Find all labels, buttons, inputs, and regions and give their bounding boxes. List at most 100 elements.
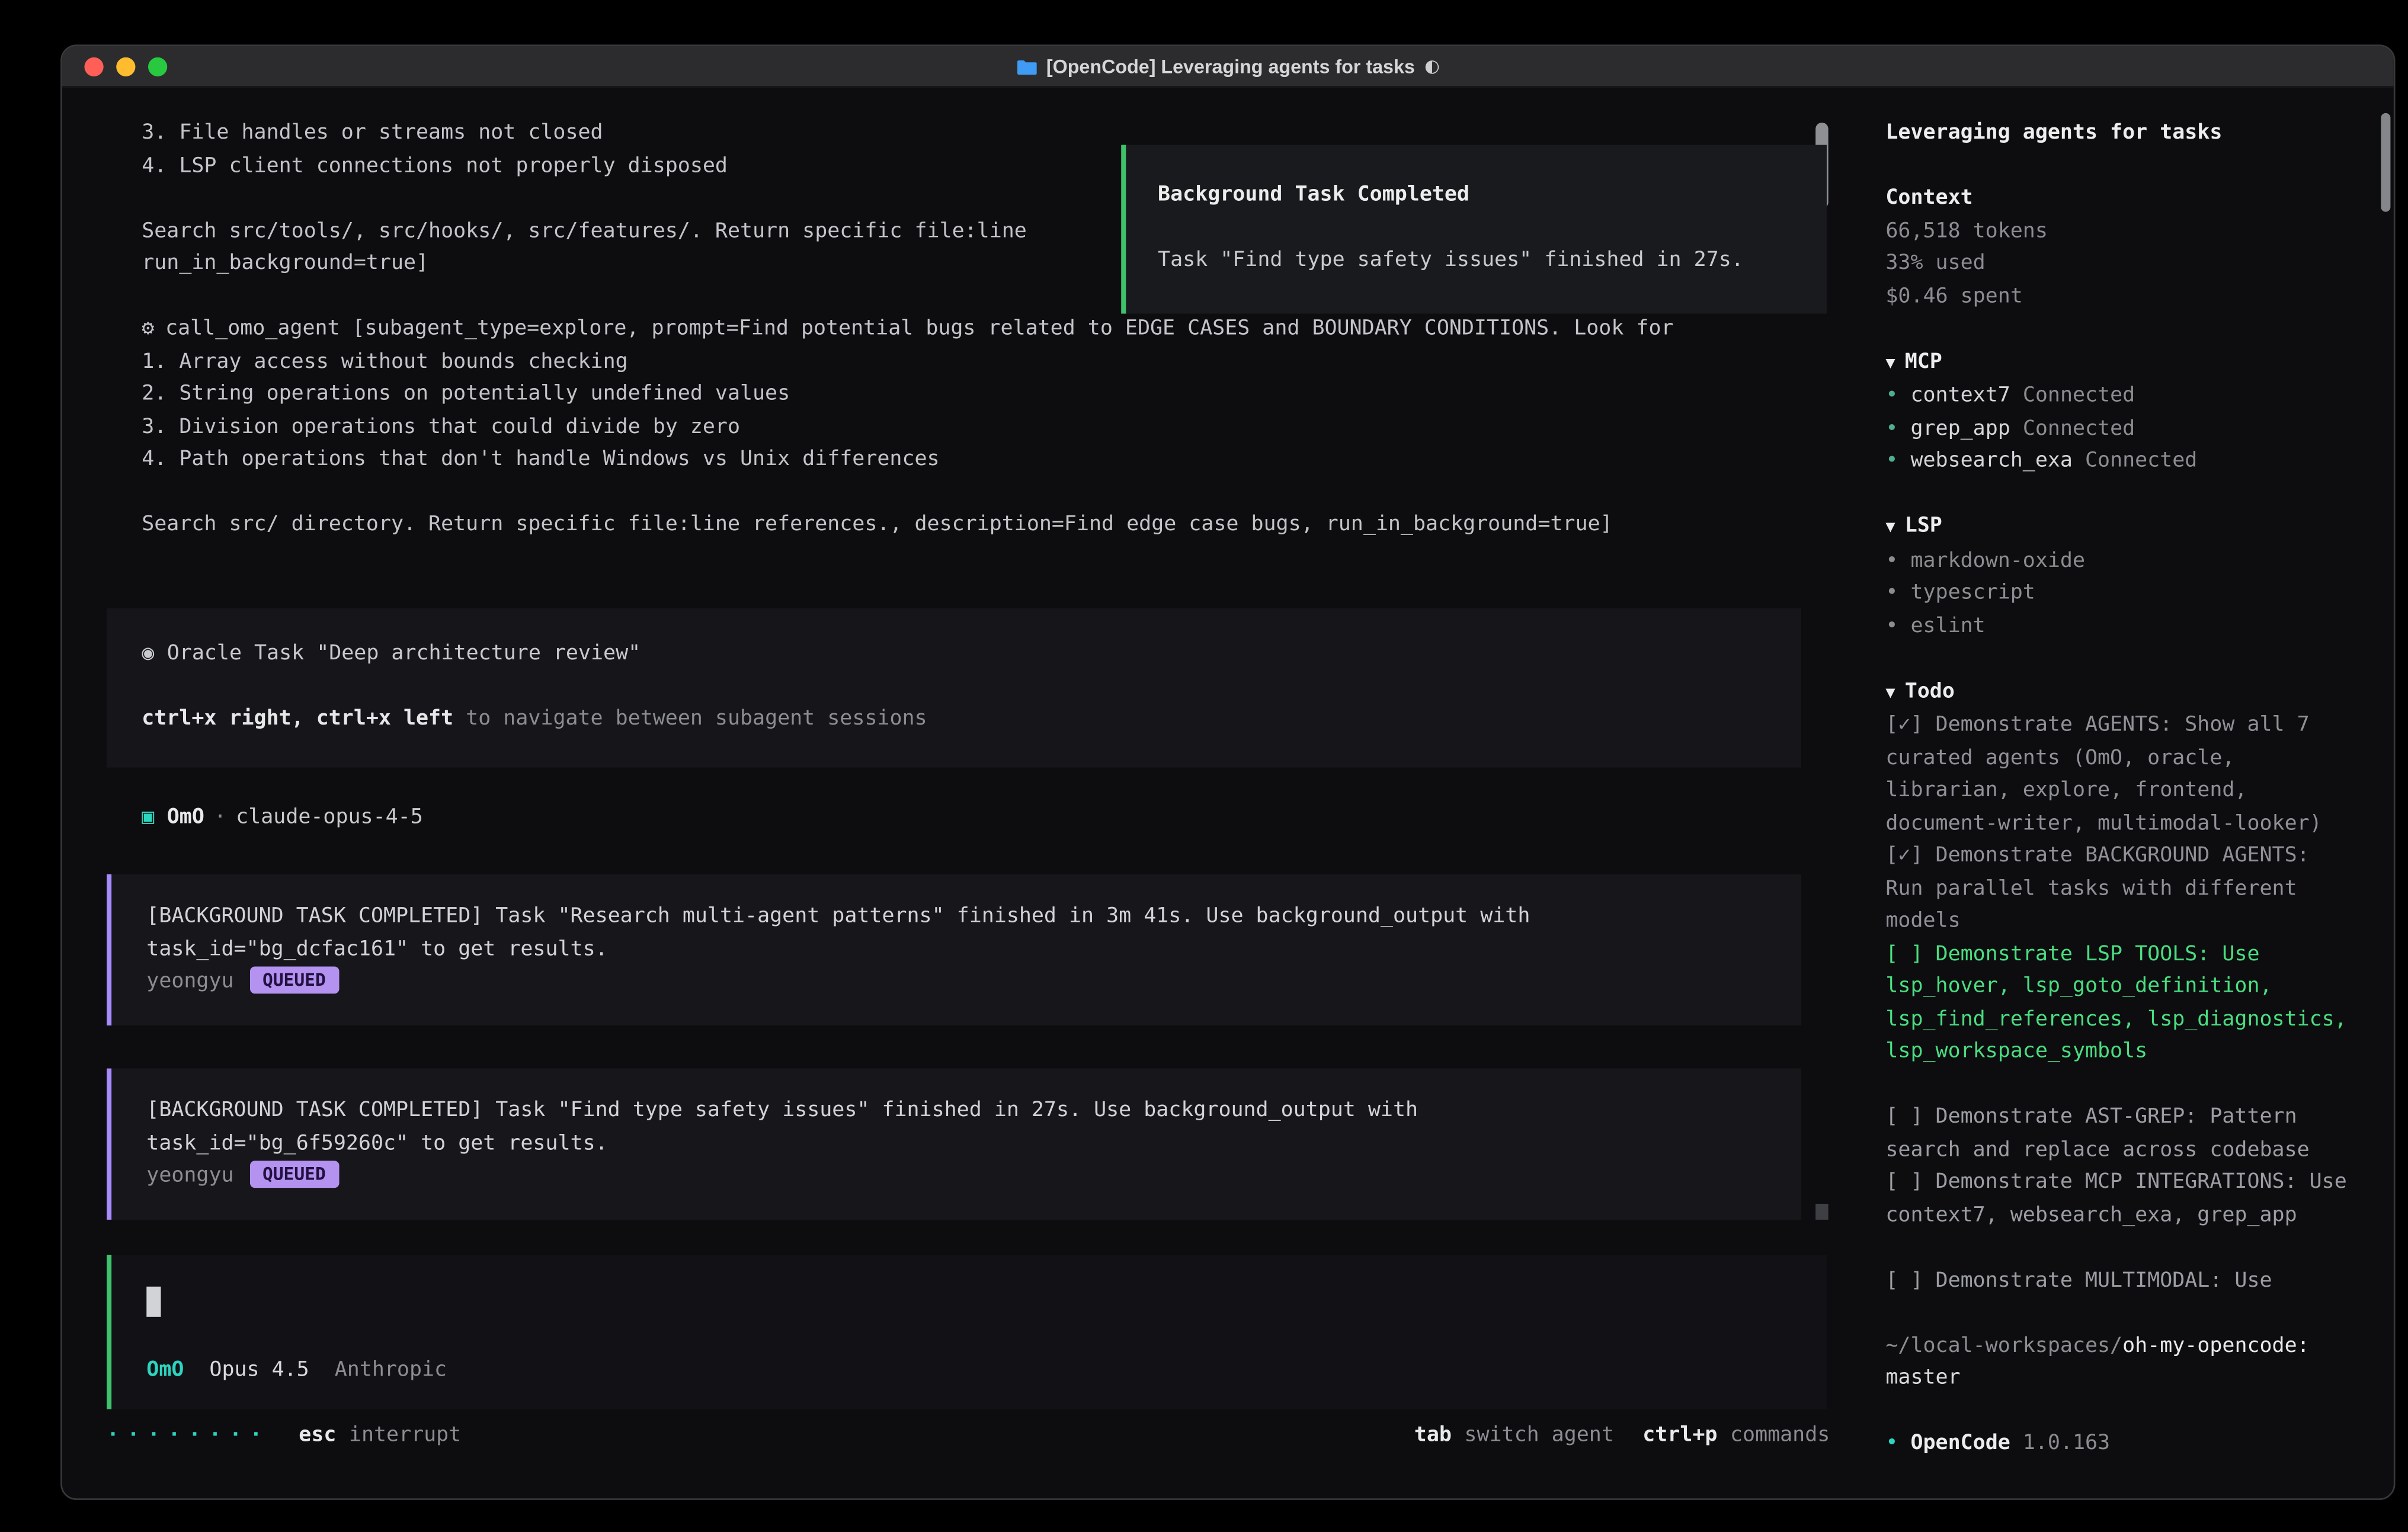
todo-item: [ ] Demonstrate MULTIMODAL: Use: [1885, 1265, 2357, 1297]
esc-key-label: interrupt: [349, 1421, 461, 1453]
ctrl-p-key-label: commands: [1730, 1421, 1830, 1453]
esc-key-hint: esc: [299, 1421, 336, 1453]
todo-heading-label: Todo: [1905, 679, 1955, 703]
transcript-blank-line: [142, 477, 1830, 509]
lsp-item-name: eslint: [1910, 614, 1985, 637]
lsp-item: • eslint: [1885, 611, 2357, 643]
composer-provider: Anthropic: [335, 1358, 447, 1382]
spinner-dots: ········: [107, 1421, 270, 1453]
message-author: yeongyu: [146, 970, 233, 993]
todo-item: [ ] Demonstrate MCP INTEGRATIONS: Use co…: [1885, 1167, 2357, 1232]
bullet-icon: •: [1885, 549, 1898, 572]
message-line: [BACKGROUND TASK COMPLETED] Task "Resear…: [146, 901, 1766, 934]
lsp-item-name: typescript: [1910, 581, 2035, 605]
mcp-item-status: Connected: [2023, 384, 2135, 408]
chevron-down-icon: ▼: [1885, 519, 1895, 537]
composer-model: Opus 4.5: [209, 1358, 309, 1382]
lsp-item-name: markdown-oxide: [1910, 549, 2085, 572]
agent-model: claude-opus-4-5: [236, 806, 423, 829]
context-tokens: 66,518 tokens: [1885, 216, 2357, 248]
message-line: task_id="bg_dcfac161" to get results.: [146, 934, 1766, 966]
ctrl-p-key-hint: ctrl+p: [1642, 1421, 1717, 1453]
mcp-item-status: Connected: [2023, 416, 2135, 440]
tool-call-tail: Search src/ directory. Return specific f…: [142, 509, 1830, 542]
opencode-version: • OpenCode 1.0.163: [1885, 1428, 2357, 1461]
tool-call-item: 3. Division operations that could divide…: [142, 412, 1830, 444]
zoom-window-button[interactable]: [148, 57, 167, 76]
chevron-down-icon: ▼: [1885, 684, 1895, 701]
tab-key-hint: tab: [1414, 1421, 1452, 1453]
oracle-shortcut-row: ctrl+x right, ctrl+x left to navigate be…: [142, 704, 1766, 736]
bullet-icon: •: [1885, 416, 1898, 440]
traffic-lights: [84, 57, 167, 76]
minimize-window-button[interactable]: [116, 57, 135, 76]
progress-half-circle-icon: ◐: [1424, 56, 1440, 76]
desktop: [OpenCode] Leveraging agents for tasks ◐…: [0, 0, 2408, 1532]
toast-title: Background Task Completed: [1158, 180, 1795, 213]
todo-item: [✓] Demonstrate BACKGROUND AGENTS: Run p…: [1885, 841, 2357, 938]
tab-key-label: switch agent: [1464, 1421, 1613, 1453]
message-line: task_id="bg_6f59260c" to get results.: [146, 1128, 1766, 1161]
gear-icon: ⚙: [142, 317, 154, 341]
oracle-task-panel: ◉Oracle Task "Deep architecture review" …: [107, 608, 1801, 768]
context-spent: $0.46 spent: [1885, 281, 2357, 313]
window-titlebar[interactable]: [OpenCode] Leveraging agents for tasks ◐: [62, 46, 2394, 88]
sidebar: Leveraging agents for tasks Context 66,5…: [1885, 118, 2357, 1461]
agent-name: OmO: [167, 806, 204, 829]
background-task-message: [BACKGROUND TASK COMPLETED] Task "Resear…: [107, 874, 1801, 1025]
shortcut-keys: ctrl+x right, ctrl+x left: [142, 707, 453, 730]
oracle-status-icon: ◉: [142, 642, 154, 665]
mcp-heading-label: MCP: [1905, 350, 1942, 373]
mcp-item: • grep_app Connected: [1885, 413, 2357, 446]
context-heading: Context: [1885, 183, 2357, 216]
bullet-icon: •: [1885, 581, 1898, 605]
background-task-message: [BACKGROUND TASK COMPLETED] Task "Find t…: [107, 1069, 1801, 1220]
mcp-section-heading[interactable]: ▼ MCP: [1885, 347, 2357, 381]
queued-badge: QUEUED: [249, 1161, 338, 1188]
bullet-icon: •: [1885, 614, 1898, 637]
toast-body: Task "Find type safety issues" finished …: [1158, 245, 1795, 278]
statusbar-right: tab switch agent ctrl+p commands: [1414, 1421, 1830, 1453]
todo-item: [ ] Demonstrate AST-GREP: Pattern search…: [1885, 1102, 2357, 1167]
main-scrollbar-end-marker: [1815, 1204, 1829, 1220]
mcp-item: • context7 Connected: [1885, 380, 2357, 413]
app-version: 1.0.163: [2023, 1431, 2110, 1455]
separator-dot: ·: [214, 806, 226, 829]
workspace-dir: ~/local-workspaces/: [1885, 1334, 2122, 1357]
prompt-input[interactable]: OmOOpus 4.5Anthropic: [107, 1255, 1827, 1409]
queued-badge: QUEUED: [249, 967, 338, 994]
bullet-icon: •: [1885, 449, 1898, 473]
tool-call-item: 2. String operations on potentially unde…: [142, 379, 1830, 412]
workspace-branch: master: [1885, 1366, 1960, 1390]
todo-section-heading[interactable]: ▼ Todo: [1885, 676, 2357, 710]
background-task-toast[interactable]: Background Task Completed Task "Find typ…: [1121, 145, 1827, 314]
mcp-item: • websearch_exa Connected: [1885, 446, 2357, 479]
shortcut-hint: to navigate between subagent sessions: [466, 707, 927, 730]
lsp-item: • markdown-oxide: [1885, 546, 2357, 578]
todo-item-active: [ ] Demonstrate LSP TOOLS: Use lsp_hover…: [1885, 938, 2357, 1069]
text-cursor: [146, 1287, 161, 1317]
lsp-item: • typescript: [1885, 578, 2357, 611]
message-author: yeongyu: [146, 1164, 233, 1188]
window-title-text: [OpenCode] Leveraging agents for tasks: [1046, 55, 1415, 78]
agent-icon: ▣: [142, 806, 154, 829]
composer-meta: OmOOpus 4.5Anthropic: [146, 1355, 447, 1387]
mcp-item-name: grep_app: [1910, 416, 2010, 440]
window-title: [OpenCode] Leveraging agents for tasks ◐: [1016, 55, 1440, 78]
close-window-button[interactable]: [84, 57, 103, 76]
oracle-task-row: ◉ Oracle Task "Deep architecture review": [142, 639, 1766, 671]
mcp-item-name: context7: [1910, 384, 2010, 408]
app-name: OpenCode: [1910, 1431, 2010, 1455]
context-used: 33% used: [1885, 248, 2357, 281]
chevron-down-icon: ▼: [1885, 354, 1895, 372]
lsp-heading-label: LSP: [1905, 514, 1942, 538]
tool-call-item: 4. Path operations that don't handle Win…: [142, 444, 1830, 477]
lsp-section-heading[interactable]: ▼ LSP: [1885, 511, 2357, 546]
bullet-icon: •: [1885, 384, 1898, 408]
tool-call-text: call_omo_agent [subagent_type=explore, p…: [165, 317, 1673, 341]
oracle-task-title: Oracle Task "Deep architecture review": [167, 642, 641, 665]
agent-header: ▣ OmO · claude-opus-4-5: [142, 803, 423, 835]
sidebar-scrollbar[interactable]: [2381, 113, 2390, 212]
message-line: [BACKGROUND TASK COMPLETED] Task "Find t…: [146, 1095, 1766, 1128]
mcp-item-status: Connected: [2085, 449, 2197, 473]
